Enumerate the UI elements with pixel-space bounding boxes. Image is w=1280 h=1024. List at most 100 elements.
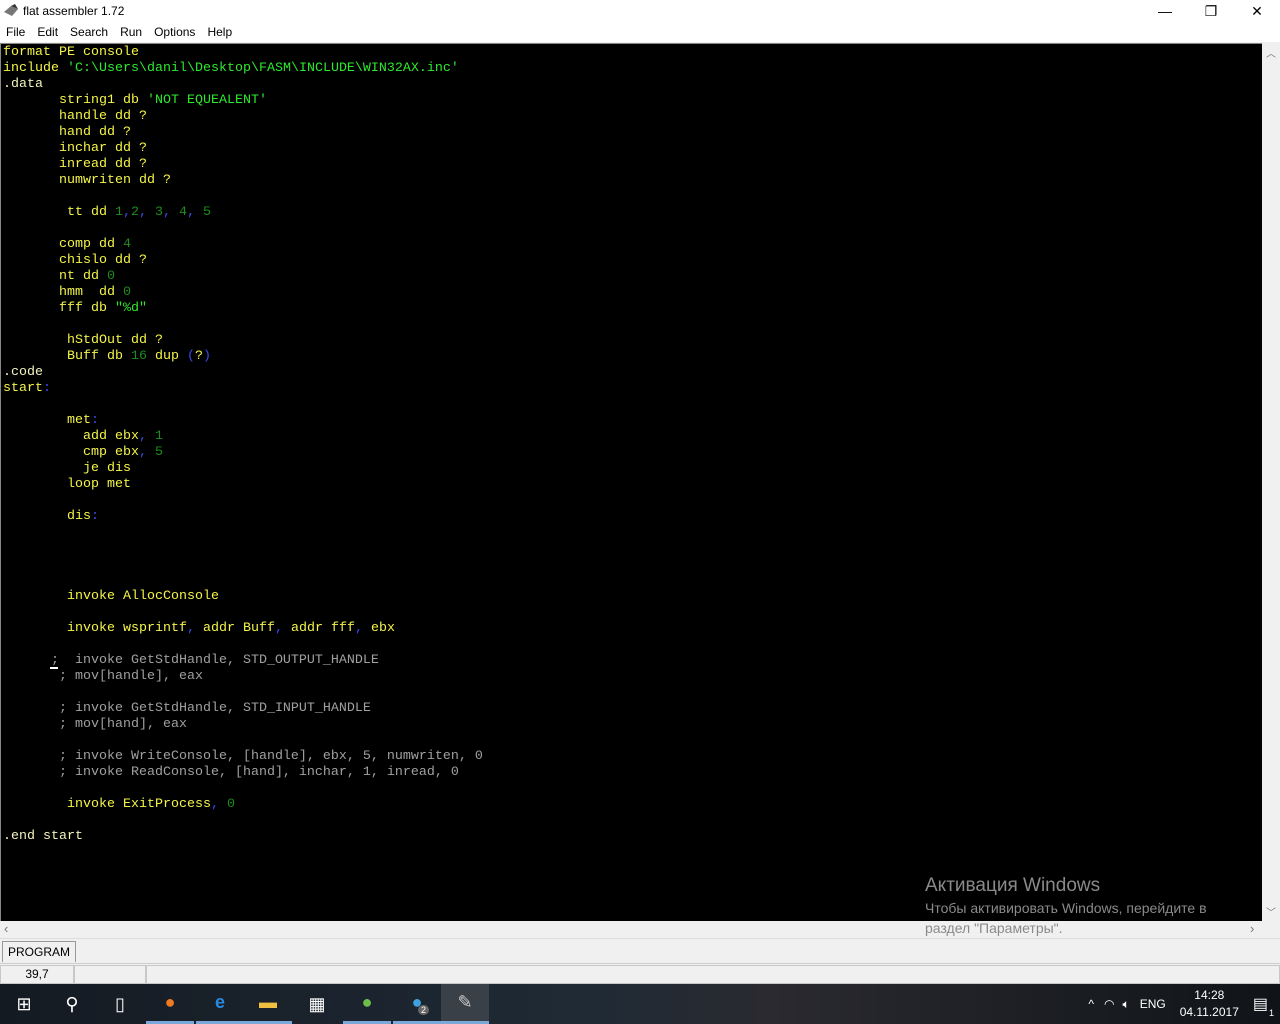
code-line[interactable]: start: — [3, 381, 483, 397]
code-line[interactable] — [3, 813, 483, 829]
code-token: , — [162, 205, 179, 220]
code-line[interactable]: chislo dd ? — [3, 253, 483, 269]
code-token: 3 — [154, 205, 163, 220]
code-line[interactable]: loop met — [3, 477, 483, 493]
code-line[interactable]: ; invoke GetStdHandle, STD_INPUT_HANDLE — [3, 701, 483, 717]
code-token: chislo dd ? — [3, 253, 147, 268]
show-hidden-icons-icon[interactable]: ^ — [1088, 997, 1094, 1011]
vertical-scrollbar[interactable]: ︿ ﹀ — [1262, 43, 1280, 921]
code-line[interactable]: invoke AllocConsole — [3, 589, 483, 605]
code-line[interactable]: dis: — [3, 509, 483, 525]
code-line[interactable]: handle dd ? — [3, 109, 483, 125]
clock[interactable]: 14:28 04.11.2017 — [1180, 987, 1239, 1021]
code-line[interactable]: include 'C:\Users\danil\Desktop\FASM\INC… — [3, 61, 483, 77]
menu-run[interactable]: Run — [114, 25, 148, 39]
code-line[interactable]: cmp ebx, 5 — [3, 445, 483, 461]
code-token: ? — [194, 349, 203, 364]
code-line[interactable] — [3, 541, 483, 557]
code-line[interactable]: nt dd 0 — [3, 269, 483, 285]
code-line[interactable] — [3, 557, 483, 573]
code-line[interactable] — [3, 605, 483, 621]
code-token: Buff db — [3, 349, 131, 364]
scroll-up-icon[interactable]: ︿ — [1262, 45, 1280, 60]
code-lines[interactable]: format PE console include 'C:\Users\danil… — [3, 45, 483, 845]
code-line[interactable]: comp dd 4 — [3, 237, 483, 253]
code-token: , — [122, 205, 131, 220]
scroll-right-icon[interactable]: › — [1250, 921, 1254, 936]
code-line[interactable]: hStdOut dd ? — [3, 333, 483, 349]
code-line[interactable]: tt dd 1,2, 3, 4, 5 — [3, 205, 483, 221]
close-button[interactable]: ✕ — [1234, 0, 1280, 22]
code-token: ; invoke GetStdHandle, STD_INPUT_HANDLE — [3, 701, 371, 716]
code-token: hmm dd — [3, 285, 123, 300]
scroll-left-icon[interactable]: ‹ — [4, 921, 8, 936]
notifications-icon[interactable]: ▤ 1 — [1253, 994, 1274, 1018]
code-line[interactable] — [3, 493, 483, 509]
code-line[interactable] — [3, 221, 483, 237]
minimize-button[interactable]: — — [1142, 0, 1188, 22]
code-line[interactable]: hmm dd 0 — [3, 285, 483, 301]
code-line[interactable] — [3, 733, 483, 749]
code-token: include — [3, 61, 67, 76]
store-icon[interactable]: ▦ — [293, 984, 341, 1024]
code-editor[interactable]: format PE console include 'C:\Users\danil… — [0, 43, 1262, 921]
code-token: ; invoke ReadConsole, [hand], inchar, 1,… — [3, 765, 459, 780]
code-line[interactable]: ; mov[hand], eax — [3, 717, 483, 733]
code-line[interactable]: fff db "%d" — [3, 301, 483, 317]
menu-options[interactable]: Options — [148, 25, 201, 39]
wifi-icon[interactable]: ◠ — [1104, 997, 1114, 1011]
code-line[interactable]: je dis — [3, 461, 483, 477]
firefox-icon[interactable]: ● — [146, 984, 194, 1024]
code-line[interactable]: string1 db 'NOT EQUEALENT' — [3, 93, 483, 109]
code-line[interactable]: ; invoke ReadConsole, [hand], inchar, 1,… — [3, 765, 483, 781]
windows-start-icon[interactable]: ⊞ — [0, 984, 48, 1024]
code-line[interactable]: inchar dd ? — [3, 141, 483, 157]
task-view-icon[interactable]: ▯ — [96, 984, 144, 1024]
horizontal-scrollbar[interactable]: ‹ › — [0, 921, 1280, 938]
code-line[interactable] — [3, 317, 483, 333]
scroll-down-icon[interactable]: ﹀ — [1262, 904, 1280, 919]
code-line[interactable]: .end start — [3, 829, 483, 845]
code-line[interactable] — [3, 525, 483, 541]
file-explorer-icon[interactable]: ▬ — [244, 984, 292, 1024]
code-line[interactable] — [3, 781, 483, 797]
language-indicator[interactable]: ENG — [1140, 997, 1166, 1011]
tab-program[interactable]: PROGRAM — [2, 941, 77, 962]
code-line[interactable]: invoke wsprintf, addr Buff, addr fff, eb… — [3, 621, 483, 637]
edge-icon[interactable]: e — [196, 984, 244, 1024]
code-token: ; mov[handle], eax — [3, 669, 203, 684]
code-line[interactable] — [3, 397, 483, 413]
code-token: , — [138, 429, 155, 444]
menu-file[interactable]: File — [0, 25, 31, 39]
code-line[interactable] — [3, 573, 483, 589]
code-line[interactable] — [3, 637, 483, 653]
code-line[interactable]: invoke ExitProcess, 0 — [3, 797, 483, 813]
code-token: 0 — [122, 285, 131, 300]
code-line[interactable]: .code — [3, 365, 483, 381]
volume-icon[interactable]: 🔈︎ — [1122, 997, 1129, 1012]
code-line[interactable]: hand dd ? — [3, 125, 483, 141]
code-line[interactable]: numwriten dd ? — [3, 173, 483, 189]
code-token: invoke ExitProcess — [3, 797, 211, 812]
code-line[interactable]: add ebx, 1 — [3, 429, 483, 445]
code-line[interactable]: met: — [3, 413, 483, 429]
code-token: start — [3, 381, 43, 396]
search-icon[interactable]: ⚲ — [48, 984, 96, 1024]
code-line[interactable]: inread dd ? — [3, 157, 483, 173]
menu-edit[interactable]: Edit — [31, 25, 64, 39]
menu-search[interactable]: Search — [64, 25, 114, 39]
maximize-button[interactable]: ❐ — [1188, 0, 1234, 22]
menu-help[interactable]: Help — [201, 25, 238, 39]
utorrent-icon[interactable]: ● — [343, 984, 391, 1024]
code-line[interactable]: ; mov[handle], eax — [3, 669, 483, 685]
code-token: "%d" — [114, 301, 147, 316]
code-line[interactable]: ; invoke GetStdHandle, STD_OUTPUT_HANDLE — [3, 653, 483, 669]
code-line[interactable] — [3, 685, 483, 701]
code-line[interactable]: Buff db 16 dup (?) — [3, 349, 483, 365]
code-line[interactable]: .data — [3, 77, 483, 93]
code-line[interactable] — [3, 189, 483, 205]
fasm-taskbar-icon[interactable]: ✎ — [441, 984, 489, 1024]
code-line[interactable]: format PE console — [3, 45, 483, 61]
telegram-icon[interactable]: ● 2 — [393, 984, 441, 1024]
code-line[interactable]: ; invoke WriteConsole, [handle], ebx, 5,… — [3, 749, 483, 765]
